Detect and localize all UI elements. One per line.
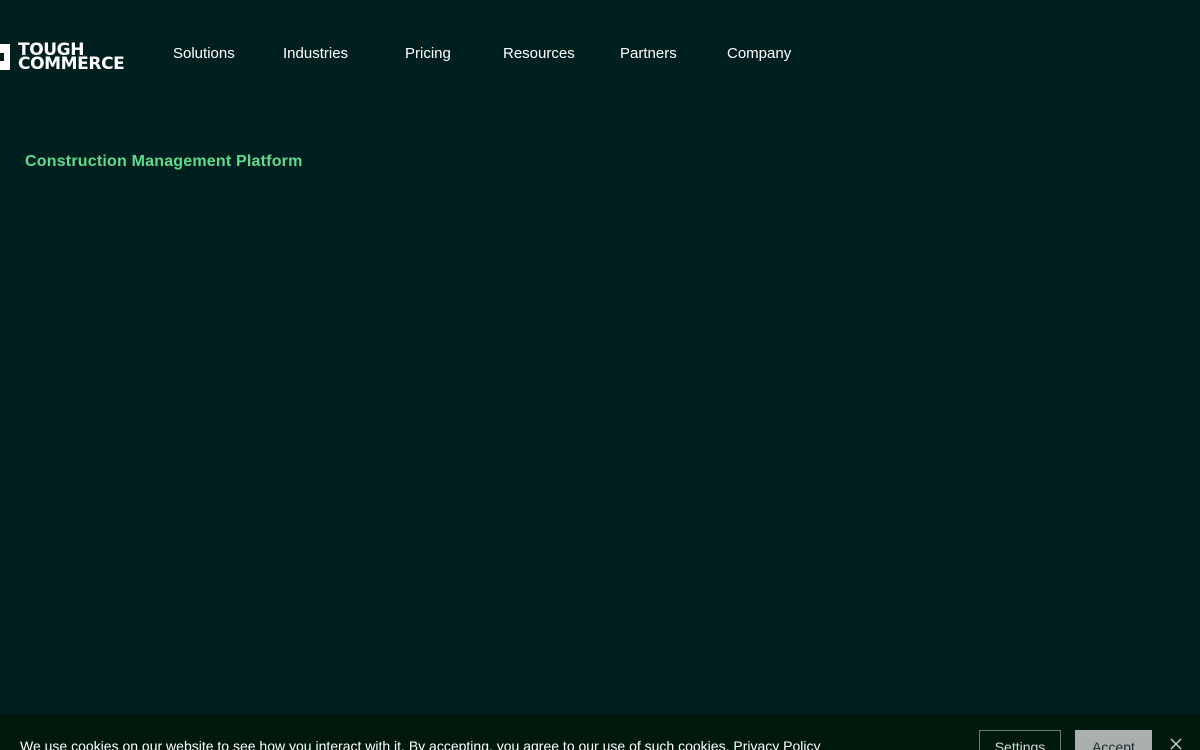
cookie-message: We use cookies on our website to see how…	[20, 738, 734, 750]
nav-item-partners[interactable]: Partners	[620, 44, 677, 64]
hero-eyebrow: Construction Management Platform	[25, 153, 303, 170]
privacy-policy-link[interactable]: Privacy Policy	[733, 738, 820, 750]
cookie-accept-button[interactable]: Accept	[1075, 730, 1152, 750]
nav-item-resources[interactable]: Resources	[503, 44, 575, 64]
nav-item-solutions[interactable]: Solutions	[173, 44, 235, 64]
site-header: TOUGH COMMERCE Solutions Industries Pric…	[0, 0, 1200, 108]
nav-item-industries[interactable]: Industries	[283, 44, 348, 64]
logo-mark-icon	[0, 44, 10, 70]
page: TOUGH COMMERCE Solutions Industries Pric…	[0, 0, 1200, 750]
logo-text: TOUGH COMMERCE	[18, 42, 125, 74]
logo[interactable]: TOUGH COMMERCE	[0, 42, 125, 74]
nav-item-company[interactable]: Company	[727, 44, 791, 64]
logo-line-2: COMMERCE	[18, 54, 125, 74]
cookie-message-row: We use cookies on our website to see how…	[20, 737, 821, 750]
nav-item-pricing[interactable]: Pricing	[405, 44, 451, 64]
close-icon[interactable]	[1169, 737, 1183, 750]
cookie-settings-button[interactable]: Settings	[979, 730, 1061, 750]
